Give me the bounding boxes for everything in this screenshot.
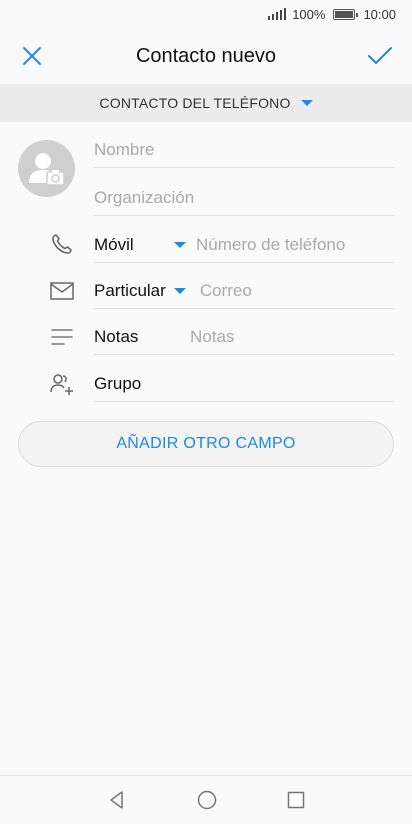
battery-percent: 100%	[292, 6, 326, 22]
navigation-bar	[0, 775, 412, 824]
page-title: Contacto nuevo	[135, 44, 277, 67]
account-label: CONTACTO DEL TELÉFONO	[99, 95, 291, 111]
add-field-button[interactable]: AÑADIR OTRO CAMPO	[18, 421, 394, 467]
email-row: Particular Correo	[94, 273, 394, 309]
name-field[interactable]: Nombre	[94, 132, 394, 168]
email-type-arrow-icon	[173, 288, 186, 294]
organization-placeholder: Organización	[94, 187, 195, 207]
recents-icon[interactable]	[287, 791, 305, 809]
phone-type-arrow-icon	[174, 241, 186, 248]
add-photo-icon	[29, 153, 65, 186]
close-button[interactable]	[0, 28, 64, 84]
email-type-label: Particular	[94, 281, 166, 300]
divider	[94, 308, 394, 309]
app-bar: Contacto nuevo	[0, 28, 412, 84]
notes-row[interactable]: Notas Notas	[94, 320, 394, 355]
close-icon	[23, 47, 41, 65]
organization-field[interactable]: Organización	[94, 180, 394, 216]
phone-icon	[48, 230, 76, 258]
email-type-selector[interactable]: Particular	[94, 273, 186, 309]
signal-icon	[267, 8, 287, 20]
notes-input[interactable]: Notas	[190, 327, 234, 347]
group-row[interactable]: Grupo	[94, 366, 394, 402]
email-icon	[48, 277, 76, 305]
group-label: Grupo	[94, 373, 142, 393]
home-icon[interactable]	[197, 790, 217, 810]
phone-type-selector[interactable]: Móvil	[94, 226, 194, 263]
phone-row: Móvil Número de teléfono	[94, 226, 394, 263]
notes-icon	[48, 323, 76, 351]
phone-type-label: Móvil	[94, 234, 134, 254]
add-field-label: AÑADIR OTRO CAMPO	[116, 435, 296, 452]
avatar-photo-button[interactable]	[18, 140, 75, 197]
phone-number-input[interactable]: Número de teléfono	[196, 235, 345, 255]
divider	[94, 262, 394, 263]
check-icon	[367, 47, 392, 64]
back-icon[interactable]	[107, 790, 127, 810]
save-button[interactable]	[348, 28, 412, 84]
status-bar: 100% 10:00	[0, 0, 412, 28]
clock: 10:00	[363, 6, 396, 22]
email-input[interactable]: Correo	[200, 281, 252, 301]
name-placeholder: Nombre	[94, 139, 155, 159]
group-icon	[48, 370, 76, 398]
notes-label: Notas	[94, 327, 139, 346]
dropdown-arrow-icon	[300, 100, 313, 106]
account-selector[interactable]: CONTACTO DEL TELÉFONO	[0, 84, 412, 122]
battery-icon	[333, 8, 359, 20]
